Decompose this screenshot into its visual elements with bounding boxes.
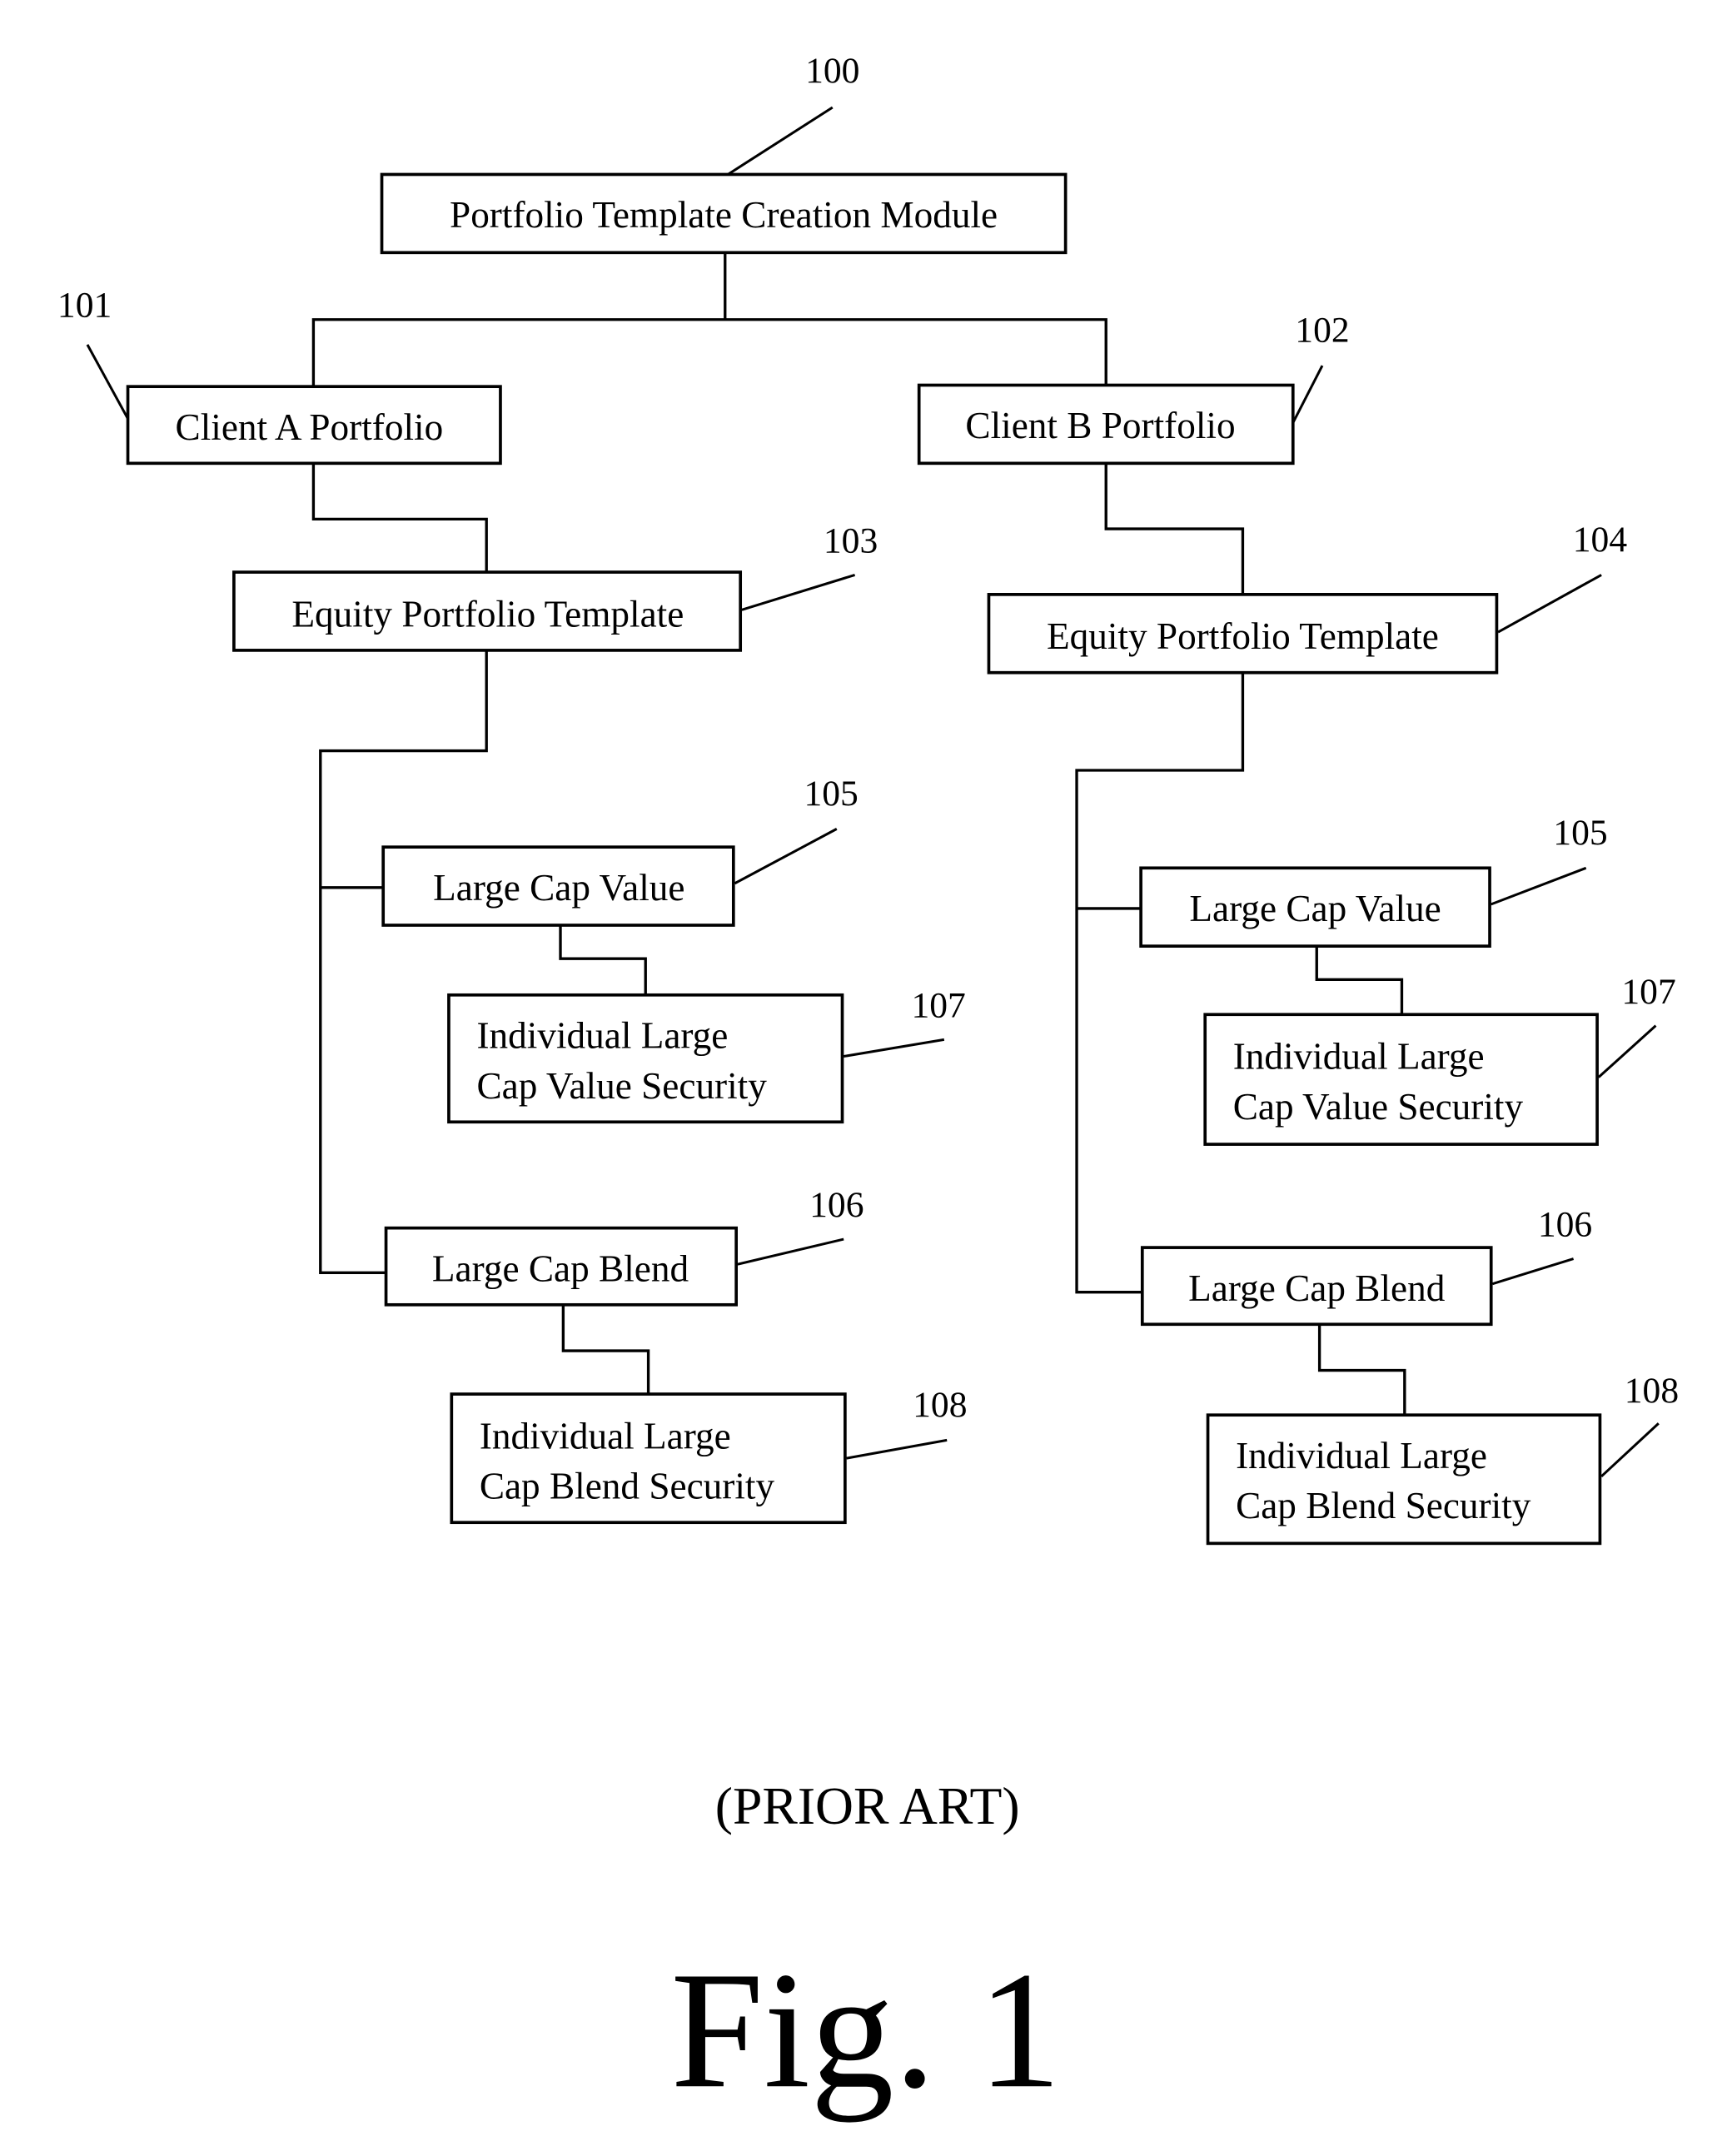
leader-107-b [1597, 1024, 1657, 1078]
client-b-blend-security: Individual Large Cap Blend Security 108 [1206, 1371, 1679, 1546]
ref-105-b: 105 [1553, 813, 1607, 853]
client-b-large-cap-blend: Large Cap Blend 106 [1140, 1205, 1592, 1327]
connector-blendA-to-security [561, 1304, 650, 1395]
connector-clientA-to-template [311, 463, 488, 573]
blend-a-label: Large Cap Blend [432, 1247, 689, 1289]
leader-106-b [1491, 1257, 1575, 1286]
blend-security-b-line2: Cap Blend Security [1236, 1485, 1531, 1526]
leader-105-a [734, 828, 838, 885]
client-b-large-cap-value: Large Cap Value 105 [1139, 813, 1608, 948]
ref-100: 100 [805, 51, 859, 91]
leader-108-b [1600, 1422, 1660, 1478]
ref-108-a: 108 [913, 1385, 967, 1425]
client-a-label: Client A Portfolio [176, 406, 444, 448]
client-a-value-security: Individual Large Cap Value Security 107 [447, 986, 966, 1124]
client-b-value-security: Individual Large Cap Value Security 107 [1203, 972, 1676, 1146]
prior-art-caption: (PRIOR ART) [715, 1776, 1020, 1835]
leader-101 [86, 344, 129, 420]
connector-module-to-clients [311, 318, 1107, 386]
leader-108-a [846, 1438, 948, 1460]
connector-valueA-to-security [559, 925, 647, 995]
ref-107-b: 107 [1621, 972, 1675, 1012]
value-security-a-line1: Individual Large [476, 1014, 728, 1056]
figure-label: Fig. 1 [670, 1938, 1061, 2123]
ref-102: 102 [1295, 311, 1349, 351]
connector-clientB-to-template [1104, 463, 1245, 595]
client-a-large-cap-value: Large Cap Value 105 [381, 774, 859, 927]
leader-105-b [1491, 866, 1587, 906]
module-label: Portfolio Template Creation Module [450, 194, 998, 236]
ref-107-a: 107 [911, 986, 965, 1026]
ref-106-b: 106 [1538, 1205, 1592, 1245]
leader-103 [741, 573, 856, 611]
blend-security-a-line1: Individual Large [480, 1415, 731, 1456]
leader-100 [727, 106, 834, 176]
patent-figure: Portfolio Template Creation Module 100 C… [57, 51, 1679, 2123]
template-a-label: Equity Portfolio Template [291, 593, 684, 635]
connector-templateB-tree [1075, 672, 1245, 1294]
leader-107-a [843, 1038, 945, 1058]
client-a-large-cap-blend: Large Cap Blend 106 [384, 1185, 864, 1307]
client-b-label: Client B Portfolio [965, 405, 1235, 446]
ref-108-b: 108 [1625, 1371, 1679, 1411]
portfolio-template-creation-module: Portfolio Template Creation Module 100 [380, 51, 1068, 255]
value-security-a-line2: Cap Value Security [476, 1065, 767, 1107]
value-b-label: Large Cap Value [1189, 888, 1441, 929]
client-b-portfolio: Client B Portfolio 102 [917, 311, 1350, 466]
client-a-equity-template: Equity Portfolio Template 103 [232, 521, 878, 652]
connector-valueB-to-security [1315, 946, 1404, 1015]
leader-106-a [737, 1237, 844, 1266]
ref-104: 104 [1573, 520, 1628, 560]
blend-b-label: Large Cap Blend [1188, 1267, 1446, 1309]
client-a-portfolio: Client A Portfolio 101 [57, 285, 502, 466]
value-a-label: Large Cap Value [433, 867, 684, 909]
ref-101: 101 [57, 285, 112, 325]
client-b-equity-template: Equity Portfolio Template 104 [987, 520, 1628, 675]
leader-102 [1292, 365, 1324, 424]
template-b-label: Equity Portfolio Template [1047, 615, 1439, 657]
leader-104 [1497, 574, 1602, 634]
ref-106-a: 106 [809, 1185, 864, 1225]
blend-security-b-line1: Individual Large [1236, 1435, 1487, 1476]
connector-templateA-tree [319, 650, 488, 1274]
ref-103: 103 [824, 521, 878, 561]
value-security-b-line2: Cap Value Security [1233, 1086, 1524, 1128]
client-a-blend-security: Individual Large Cap Blend Security 108 [450, 1385, 967, 1525]
connector-blendB-to-security [1317, 1324, 1406, 1416]
value-security-b-line1: Individual Large [1233, 1036, 1485, 1078]
blend-security-a-line2: Cap Blend Security [480, 1466, 775, 1507]
ref-105-a: 105 [804, 774, 858, 814]
